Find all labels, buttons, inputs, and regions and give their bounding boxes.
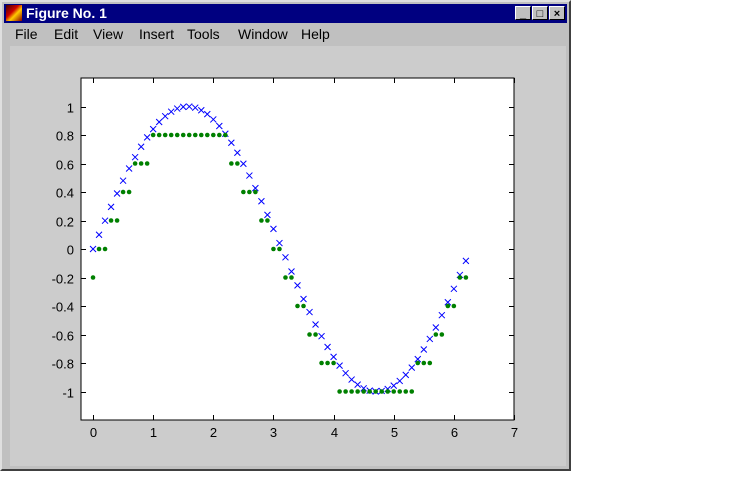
quantized-dot-marker (457, 275, 463, 280)
quantized-dot-marker (337, 389, 342, 394)
quantized-dot-marker (241, 189, 246, 195)
x-tick-label: 0 (90, 425, 97, 440)
quantized-dot-marker (150, 132, 156, 138)
quantized-dot-marker (102, 246, 108, 252)
quantized-dot-marker (295, 303, 300, 309)
quantized-dot-marker (120, 189, 126, 195)
x-tick-label: 1 (150, 425, 157, 440)
quantized-dot-marker (198, 132, 204, 138)
quantized-dot-marker (451, 303, 457, 309)
quantized-dot-marker (223, 132, 228, 138)
quantized-dot-marker (409, 389, 415, 394)
quantized-dot-marker (90, 275, 96, 280)
y-tick-label: -0.2 (52, 272, 74, 287)
quantized-dot-marker (229, 161, 234, 166)
x-tick-label: 3 (270, 425, 277, 440)
quantized-dot-marker (180, 132, 186, 138)
x-tick-label: 4 (331, 425, 338, 440)
quantized-dot-marker (235, 161, 240, 166)
plot-axes: 0 1 2 3 4 5 6 7 -1 -0.8 -0.6 -0.4 -0.2 0 0.2 0.4 0.6 0.8 1 (52, 77, 518, 440)
quantized-dot-marker (397, 389, 403, 394)
axes-box (80, 77, 515, 421)
y-tick-label: 0.8 (56, 129, 74, 144)
quantized-dot-marker (433, 332, 439, 337)
quantized-dot-marker (313, 332, 318, 337)
quantized-dot-marker (355, 389, 360, 394)
x-tick-label: 5 (391, 425, 398, 440)
quantized-dot-marker (343, 389, 348, 394)
quantized-dot-marker (168, 132, 174, 138)
x-tick-label: 7 (511, 425, 518, 440)
quantized-dot-marker (192, 132, 198, 138)
quantized-dot-marker (174, 132, 180, 138)
y-tick-label: -0.4 (52, 300, 74, 315)
y-tick-label: -1 (62, 386, 74, 401)
quantized-dot-marker (415, 360, 421, 366)
quantized-dot-marker (379, 389, 384, 394)
quantized-dot-marker (325, 360, 330, 366)
quantized-dot-marker (367, 389, 372, 394)
quantized-dot-marker (186, 132, 192, 138)
quantized-dot-marker (126, 189, 132, 195)
y-tick-label: -0.8 (52, 357, 74, 372)
x-tick-label: 6 (451, 425, 458, 440)
y-tick-label: -0.6 (52, 329, 74, 344)
quantized-dot-marker (211, 132, 216, 138)
quantized-dot-marker (307, 332, 312, 337)
quantized-dot-marker (349, 389, 354, 394)
quantized-dot-marker (403, 389, 409, 394)
quantized-dot-marker (162, 132, 168, 138)
y-tick-label: 0.4 (56, 186, 74, 201)
quantized-dot-marker (96, 246, 102, 252)
quantized-dot-marker (277, 246, 282, 252)
x-tick-label: 2 (210, 425, 217, 440)
quantized-dot-marker (301, 303, 306, 309)
quantized-dot-marker (391, 389, 397, 394)
quantized-dot-marker (247, 189, 252, 195)
quantized-dot-marker (331, 360, 336, 366)
quantized-dot-marker (132, 161, 138, 166)
quantized-dot-marker (144, 161, 150, 166)
quantized-dot-marker (217, 132, 222, 138)
y-tick-label: 0 (67, 243, 74, 258)
quantized-dot-marker (421, 360, 427, 366)
y-tick-label: 0.2 (56, 215, 74, 230)
quantized-dot-marker (114, 218, 120, 223)
quantized-dot-marker (156, 132, 162, 138)
quantized-dot-marker (138, 161, 144, 166)
quantized-dot-marker (445, 303, 451, 309)
quantized-dot-marker (361, 389, 366, 394)
quantized-dot-marker (108, 218, 114, 223)
quantized-dot-marker (283, 275, 288, 280)
quantized-dot-marker (204, 132, 210, 138)
quantized-dot-marker (373, 389, 378, 394)
quantized-dot-marker (463, 275, 469, 280)
quantized-dot-marker (289, 275, 294, 280)
quantized-dot-marker (427, 360, 433, 366)
quantized-dot-marker (319, 360, 324, 366)
quantized-dot-marker (259, 218, 264, 223)
y-tick-label: 0.6 (56, 158, 74, 173)
quantized-dot-marker (265, 218, 270, 223)
quantized-dot-marker (271, 246, 276, 252)
quantized-dot-marker (439, 332, 445, 337)
quantized-dot-marker (385, 389, 391, 394)
quantized-dot-marker (253, 189, 258, 195)
y-tick-label: 1 (67, 101, 74, 116)
